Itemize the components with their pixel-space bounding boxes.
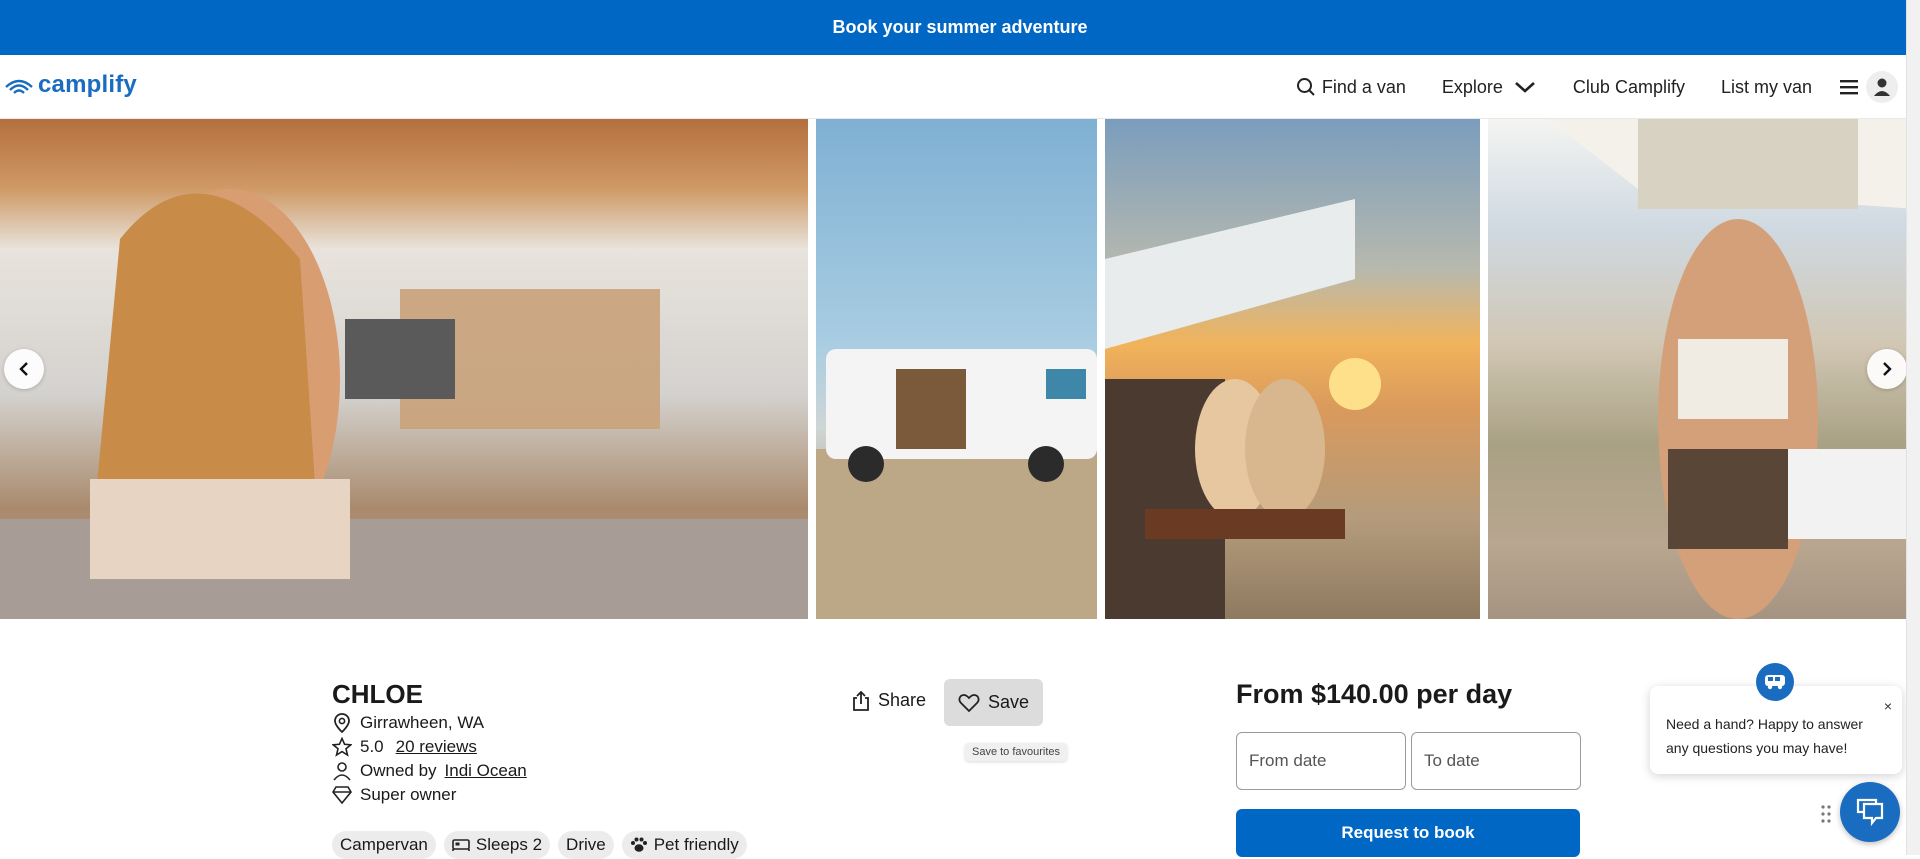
gallery-prev-button[interactable] xyxy=(4,349,44,389)
rating-row: 5.0 20 reviews xyxy=(332,737,477,757)
drag-handle-icon[interactable] xyxy=(1820,804,1832,824)
logo[interactable]: camplify xyxy=(4,71,137,99)
chat-message-text: Need a hand? Happy to answer any questio… xyxy=(1666,716,1863,756)
from-date-placeholder: From date xyxy=(1249,751,1327,770)
club-camplify-label: Club Camplify xyxy=(1572,76,1685,97)
logo-icon xyxy=(5,79,33,94)
gallery-photo-3[interactable] xyxy=(1105,119,1480,619)
sunset-illustration xyxy=(1105,199,1381,619)
chevron-right-icon xyxy=(1883,362,1892,376)
chevron-left-icon xyxy=(19,362,28,376)
photo-gallery xyxy=(0,119,1916,619)
explore-dropdown[interactable]: Explore xyxy=(1442,77,1537,98)
location-row: Girrawheen, WA xyxy=(332,713,484,733)
hamburger-icon xyxy=(1840,80,1858,95)
bed-icon xyxy=(452,839,470,851)
request-to-book-button[interactable]: Request to book xyxy=(1236,809,1580,857)
promo-banner-text: Book your summer adventure xyxy=(832,17,1088,37)
van-interior-illustration xyxy=(0,189,808,619)
share-icon xyxy=(853,690,869,711)
share-label: Share xyxy=(878,690,927,710)
find-van-label: Find a van xyxy=(1321,76,1406,97)
account-menu-button[interactable] xyxy=(1838,71,1898,103)
star-icon xyxy=(332,737,352,757)
super-owner-row: Super owner xyxy=(332,785,456,805)
save-label: Save xyxy=(987,692,1030,712)
save-button[interactable]: Save xyxy=(944,679,1043,726)
to-date-placeholder: To date xyxy=(1424,751,1480,770)
listing-title: CHLOE xyxy=(332,679,423,709)
chat-launcher-button[interactable] xyxy=(1840,782,1900,842)
logo-text: camplify xyxy=(38,71,137,98)
explore-label: Explore xyxy=(1441,76,1503,97)
price-per-day: From $140.00 per day xyxy=(1236,679,1513,709)
rating-value: 5.0 xyxy=(360,737,384,756)
owner-link[interactable]: Indi Ocean xyxy=(445,761,527,781)
chat-icon xyxy=(1856,798,1884,826)
top-nav: camplify Find a van Explore Club Camplif… xyxy=(0,55,1906,119)
location-text: Girrawheen, WA xyxy=(360,713,485,732)
gallery-photo-1[interactable] xyxy=(0,119,808,619)
club-camplify-link[interactable]: Club Camplify xyxy=(1573,77,1685,98)
to-date-field[interactable]: To date xyxy=(1411,732,1581,790)
reviews-link[interactable]: 20 reviews xyxy=(396,737,477,757)
chevron-down-icon xyxy=(1515,82,1535,93)
page-scrollbar[interactable] xyxy=(1906,0,1920,855)
promo-banner[interactable]: Book your summer adventure xyxy=(0,0,1920,55)
user-icon xyxy=(1874,78,1890,96)
find-van-link[interactable]: Find a van xyxy=(1296,77,1406,98)
save-tooltip: Save to favourites xyxy=(965,743,1068,761)
avatar xyxy=(1866,71,1898,103)
person-icon xyxy=(332,761,352,781)
owned-by-label: Owned by xyxy=(360,761,437,780)
gallery-next-button[interactable] xyxy=(1867,349,1907,389)
share-button[interactable]: Share xyxy=(852,690,926,711)
tag-label: Campervan xyxy=(340,835,428,854)
list-my-van-link[interactable]: List my van xyxy=(1721,77,1812,98)
van-icon xyxy=(1765,675,1785,690)
owner-row: Owned by Indi Ocean xyxy=(332,761,527,781)
gallery-photo-4[interactable] xyxy=(1488,119,1916,619)
chat-bot-avatar xyxy=(1756,663,1794,701)
location-pin-icon xyxy=(332,713,352,733)
list-my-van-label: List my van xyxy=(1720,76,1812,97)
gallery-photo-2[interactable] xyxy=(816,119,1097,619)
diamond-icon xyxy=(332,785,352,805)
from-date-field[interactable]: From date xyxy=(1236,732,1406,790)
super-owner-badge: Super owner xyxy=(360,785,457,804)
tag-label: Drive xyxy=(566,835,606,854)
request-to-book-label: Request to book xyxy=(1341,823,1475,842)
tag-label: Pet friendly xyxy=(653,835,739,854)
heart-icon xyxy=(958,693,980,712)
search-icon xyxy=(1296,78,1315,96)
van-storage-illustration xyxy=(1548,119,1916,619)
van-exterior-illustration xyxy=(816,349,1097,619)
tag-label: Sleeps 2 xyxy=(475,835,543,854)
paw-icon xyxy=(630,837,647,852)
close-icon[interactable]: × xyxy=(1884,694,1892,718)
